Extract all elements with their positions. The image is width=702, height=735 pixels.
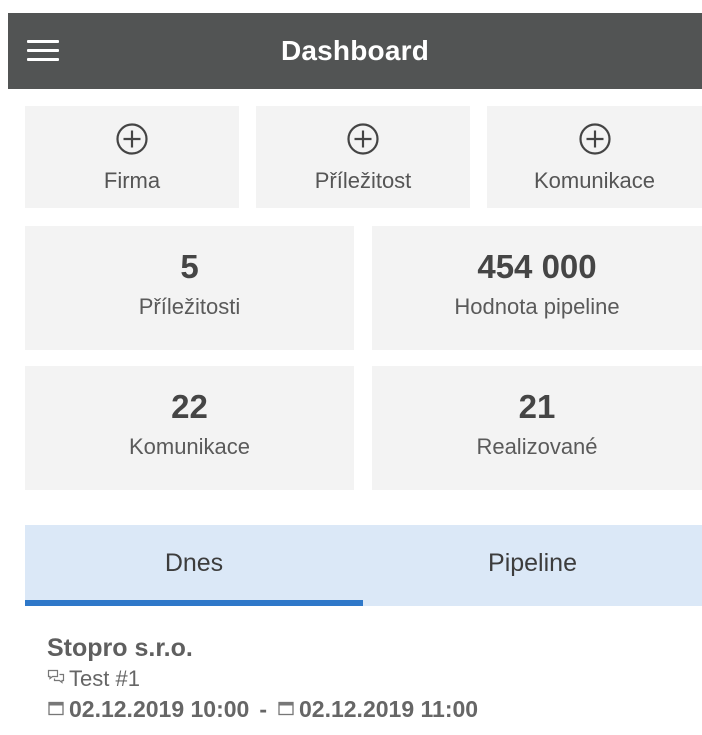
chat-bubbles-icon bbox=[47, 664, 65, 694]
date-row: 02.12.2019 10:00 - 02.12.2019 11:00 bbox=[47, 694, 687, 724]
quick-action-label: Komunikace bbox=[533, 168, 656, 193]
stat-realizovane[interactable]: 21 Realizované bbox=[372, 366, 702, 490]
end-datetime: 02.12.2019 11:00 bbox=[299, 696, 479, 722]
dashboard-tabs: Dnes Pipeline bbox=[25, 525, 702, 606]
stat-value: 21 bbox=[518, 388, 556, 425]
add-prilezitost-button[interactable]: Příležitost bbox=[256, 106, 470, 208]
circle-plus-icon bbox=[487, 122, 702, 156]
communication-row: Test #1 bbox=[47, 664, 687, 694]
stat-value: 454 000 bbox=[477, 248, 597, 285]
tab-dnes[interactable]: Dnes bbox=[25, 525, 363, 606]
active-tab-indicator bbox=[25, 600, 363, 606]
stat-hodnota-pipeline[interactable]: 454 000 Hodnota pipeline bbox=[372, 226, 702, 350]
company-name: Stopro s.r.o. bbox=[47, 634, 193, 662]
circle-plus-icon bbox=[25, 122, 239, 156]
list-item[interactable]: Stopro s.r.o. Test #1 02.12.2019 10:00 -… bbox=[47, 632, 687, 724]
stat-prilezitosti[interactable]: 5 Příležitosti bbox=[25, 226, 354, 350]
add-firma-button[interactable]: Firma bbox=[25, 106, 239, 208]
app-header: Dashboard bbox=[8, 13, 702, 89]
quick-action-label: Příležitost bbox=[314, 168, 412, 193]
date-separator: - bbox=[259, 696, 267, 722]
tab-pipeline[interactable]: Pipeline bbox=[363, 525, 702, 606]
stat-label: Příležitosti bbox=[138, 294, 241, 319]
stat-label: Komunikace bbox=[128, 434, 251, 459]
stat-label: Hodnota pipeline bbox=[454, 294, 620, 319]
start-datetime: 02.12.2019 10:00 bbox=[69, 696, 250, 722]
add-komunikace-button[interactable]: Komunikace bbox=[487, 106, 702, 208]
calendar-icon bbox=[277, 694, 295, 724]
stat-label: Realizované bbox=[476, 434, 598, 459]
page-title: Dashboard bbox=[280, 35, 430, 66]
stat-komunikace[interactable]: 22 Komunikace bbox=[25, 366, 354, 490]
calendar-icon bbox=[47, 694, 65, 724]
circle-plus-icon bbox=[256, 122, 470, 156]
stat-value: 5 bbox=[180, 248, 199, 285]
communication-title: Test #1 bbox=[69, 666, 140, 691]
stat-value: 22 bbox=[171, 388, 208, 425]
quick-action-label: Firma bbox=[103, 168, 161, 193]
